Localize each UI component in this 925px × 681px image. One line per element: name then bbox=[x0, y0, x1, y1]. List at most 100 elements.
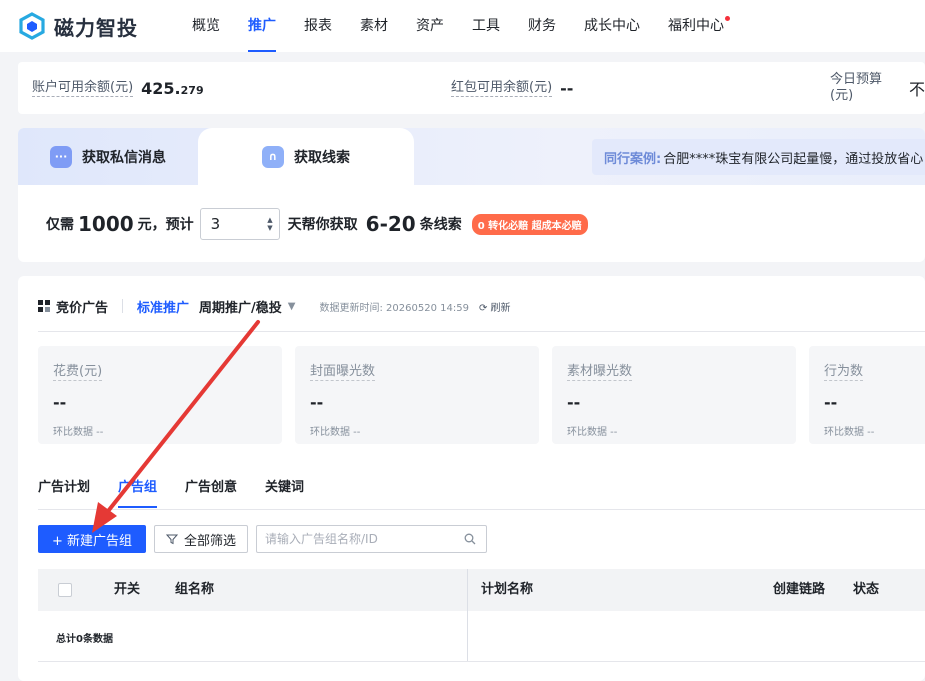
search-icon[interactable] bbox=[464, 533, 476, 545]
nav-label: 推广 bbox=[248, 18, 276, 34]
logo-icon bbox=[19, 12, 45, 40]
metric-compare: 环比数据 -- bbox=[824, 427, 875, 438]
peer-case-text: 合肥****珠宝有限公司起量慢，通过投放省心 bbox=[663, 151, 924, 167]
column-create-link: 创建链路 bbox=[773, 582, 826, 597]
today-budget-label: 今日预算(元) bbox=[830, 72, 883, 103]
filter-label: 全部筛选 bbox=[183, 533, 236, 549]
acquire-card: ··· 获取私信消息 ∩ 获取线索 同行案例: 合肥****珠宝有限公司起量慢，… bbox=[18, 128, 925, 262]
chevron-down-icon[interactable]: ▼ bbox=[288, 301, 296, 312]
nav-label: 财务 bbox=[528, 18, 556, 34]
column-divider bbox=[467, 569, 468, 662]
nav-item-reports[interactable]: 报表 bbox=[290, 0, 346, 52]
account-balance-int: 425. bbox=[141, 78, 181, 98]
ad-group-search[interactable] bbox=[256, 525, 487, 553]
new-ad-group-button[interactable]: + 新建广告组 bbox=[38, 525, 146, 553]
account-balance-dec: 279 bbox=[180, 83, 204, 97]
offer-leads-range: 6-20 bbox=[365, 212, 416, 236]
table-total-count: 总计0条数据 bbox=[56, 634, 113, 645]
red-packet-value: -- bbox=[560, 78, 574, 98]
filter-icon bbox=[165, 534, 178, 545]
search-input[interactable] bbox=[265, 532, 455, 546]
metric-label: 行为数 bbox=[824, 364, 864, 381]
nav-item-tools[interactable]: 工具 bbox=[458, 0, 514, 52]
tab-ad-plan[interactable]: 广告计划 bbox=[38, 476, 90, 498]
days-value: 3 bbox=[210, 215, 221, 233]
nav-item-assets[interactable]: 资产 bbox=[402, 0, 458, 52]
nav-item-overview[interactable]: 概览 bbox=[178, 0, 234, 52]
stepper-arrows-icon[interactable]: ▲ ▼ bbox=[267, 216, 272, 232]
nav-label: 资产 bbox=[416, 18, 444, 34]
offer-only-text: 仅需 bbox=[46, 217, 74, 233]
data-updated-time: 数据更新时间: 20260520 14:59 bbox=[319, 302, 469, 314]
bidding-ads-panel: 竞价广告 标准推广 周期推广/稳投 ▼ 数据更新时间: 20260520 14:… bbox=[18, 276, 925, 681]
column-plan-name: 计划名称 bbox=[481, 582, 534, 597]
metric-value: -- bbox=[53, 393, 67, 412]
brand-logo[interactable]: 磁力智投 bbox=[18, 12, 138, 41]
nav-label: 工具 bbox=[472, 18, 500, 34]
metric-compare: 环比数据 -- bbox=[567, 427, 618, 438]
metric-value: -- bbox=[567, 393, 581, 412]
ads-title: 竞价广告 bbox=[56, 300, 109, 316]
grid-icon bbox=[38, 300, 50, 312]
refresh-label: 刷新 bbox=[490, 302, 511, 314]
offer-days-text: 天帮你获取 bbox=[287, 217, 358, 233]
nav-item-finance[interactable]: 财务 bbox=[514, 0, 570, 52]
column-status: 状态 bbox=[853, 582, 880, 597]
nav-item-materials[interactable]: 素材 bbox=[346, 0, 402, 52]
refresh-icon: ⟳ bbox=[478, 302, 488, 314]
tab-label: 获取私信消息 bbox=[82, 149, 166, 166]
nav-item-promotion[interactable]: 推广 bbox=[234, 0, 290, 52]
peer-case-title: 同行案例: bbox=[604, 151, 662, 167]
divider bbox=[38, 509, 925, 510]
offer-amount: 1000 bbox=[78, 212, 134, 236]
tab-periodic-promotion[interactable]: 周期推广/稳投 bbox=[199, 297, 282, 316]
metric-card-material-impressions[interactable]: 素材曝光数 -- 环比数据 -- bbox=[552, 346, 796, 444]
metric-card-cover-impressions[interactable]: 封面曝光数 -- 环比数据 -- bbox=[295, 346, 539, 444]
tab-get-leads[interactable]: ∩ 获取线索 bbox=[198, 128, 414, 185]
metric-card-actions[interactable]: 行为数 -- 环比数据 -- bbox=[809, 346, 925, 444]
red-packet-balance: 红包可用余额(元) -- bbox=[451, 62, 573, 114]
tab-keywords[interactable]: 关键词 bbox=[265, 476, 304, 498]
tab-ad-group[interactable]: 广告组 bbox=[118, 476, 158, 508]
acquire-offer: 仅需 1000 元，预计 3 ▲ ▼ 天帮你获取 6-20 条线索 0 转化必赔 … bbox=[46, 208, 588, 240]
refresh-button[interactable]: ⟳ 刷新 bbox=[479, 299, 511, 314]
tab-label: 获取线索 bbox=[294, 149, 350, 166]
select-all-checkbox[interactable] bbox=[58, 583, 72, 597]
guarantee-badge: 0 转化必赔 超成本必赔 bbox=[471, 213, 588, 235]
metric-value: -- bbox=[824, 393, 838, 412]
leads-icon: ∩ bbox=[262, 145, 284, 168]
account-balance: 账户可用余额(元) 425.279 bbox=[32, 62, 204, 114]
metric-label: 花费(元) bbox=[53, 364, 103, 381]
nav-label: 福利中心 bbox=[668, 18, 724, 34]
account-balance-label[interactable]: 账户可用余额(元) bbox=[32, 80, 134, 97]
tab-standard-promotion[interactable]: 标准推广 bbox=[137, 297, 189, 316]
offer-leads-unit: 条线索 bbox=[419, 217, 462, 233]
days-stepper[interactable]: 3 ▲ ▼ bbox=[199, 208, 280, 240]
nav-item-growth[interactable]: 成长中心 bbox=[570, 0, 654, 52]
nav-label: 素材 bbox=[360, 18, 388, 34]
notification-dot bbox=[725, 16, 730, 21]
divider bbox=[122, 299, 124, 313]
divider bbox=[38, 331, 925, 332]
acquire-tabbar: ··· 获取私信消息 ∩ 获取线索 同行案例: 合肥****珠宝有限公司起量慢，… bbox=[18, 128, 925, 185]
top-nav: 磁力智投 概览 推广 报表 素材 资产 工具 财务 成长中心 福利中心 bbox=[0, 0, 925, 52]
column-switch: 开关 bbox=[114, 582, 141, 597]
metric-card-spend[interactable]: 花费(元) -- 环比数据 -- bbox=[38, 346, 282, 444]
peer-case-banner[interactable]: 同行案例: 合肥****珠宝有限公司起量慢，通过投放省心 bbox=[592, 139, 925, 175]
metric-value: -- bbox=[310, 393, 324, 412]
metric-compare: 环比数据 -- bbox=[53, 427, 104, 438]
red-packet-label[interactable]: 红包可用余额(元) bbox=[451, 80, 553, 97]
today-budget: 今日预算(元) 不 bbox=[830, 62, 925, 114]
nav-label: 概览 bbox=[192, 18, 220, 34]
ad-level-tabs: 广告计划 广告组 广告创意 关键词 bbox=[38, 476, 332, 508]
tab-ad-creative[interactable]: 广告创意 bbox=[185, 476, 237, 498]
today-budget-value[interactable]: 不 bbox=[909, 76, 925, 100]
divider bbox=[38, 661, 925, 662]
all-filters-button[interactable]: 全部筛选 bbox=[154, 525, 248, 553]
metric-label: 封面曝光数 bbox=[310, 364, 376, 381]
metric-compare: 环比数据 -- bbox=[310, 427, 361, 438]
nav-item-welfare[interactable]: 福利中心 bbox=[654, 0, 738, 52]
account-balance-value: 425.279 bbox=[141, 79, 203, 98]
tab-private-message[interactable]: ··· 获取私信消息 bbox=[50, 128, 166, 185]
nav-label: 报表 bbox=[304, 18, 332, 34]
